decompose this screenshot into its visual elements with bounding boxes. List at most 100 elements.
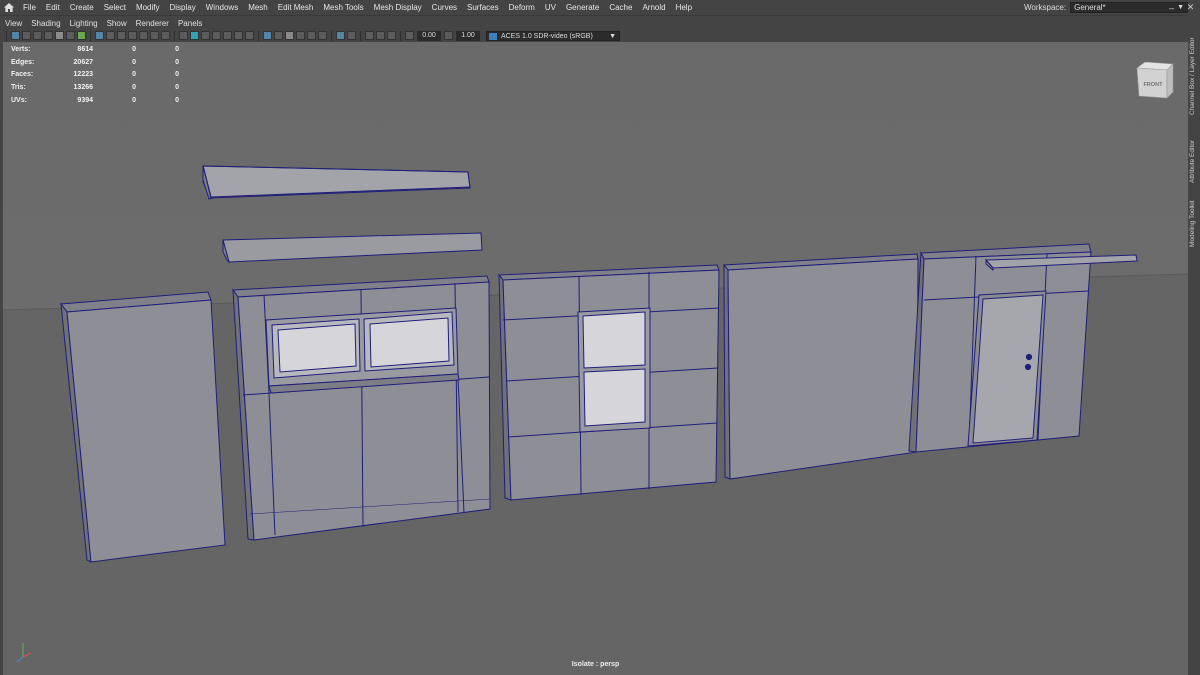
panel-menu-lighting[interactable]: Lighting: [65, 19, 102, 28]
bounding-box-icon[interactable]: [212, 31, 221, 40]
separator: [360, 30, 361, 41]
menu-arnold[interactable]: Arnold: [637, 3, 670, 12]
viewport-persp[interactable]: Verts: 8614 0 0 Edges: 20627 0 0 Faces: …: [3, 42, 1188, 675]
menu-modify[interactable]: Modify: [131, 3, 165, 12]
hud-value: 0: [132, 96, 136, 104]
menu-deform[interactable]: Deform: [504, 3, 540, 12]
menu-mesh[interactable]: Mesh: [243, 3, 273, 12]
grid-icon[interactable]: [95, 31, 104, 40]
motion-blur-icon[interactable]: [296, 31, 305, 40]
minimize-icon[interactable]: –: [1166, 2, 1177, 13]
exposure-field[interactable]: 0.00: [417, 30, 441, 41]
window-glass-left: [277, 323, 357, 373]
menu-mesh-tools[interactable]: Mesh Tools: [318, 3, 368, 12]
frame-all-icon[interactable]: [387, 31, 396, 40]
xray-active-icon[interactable]: [347, 31, 356, 40]
wireframe-icon[interactable]: [179, 31, 188, 40]
hud-label: UVs:: [11, 96, 27, 104]
main-menubar: File Edit Create Select Modify Display W…: [0, 0, 1200, 15]
panel-menu-shading[interactable]: Shading: [26, 19, 64, 28]
safe-action-icon[interactable]: [150, 31, 159, 40]
wall-blank-left[interactable]: [60, 291, 226, 563]
hud-label: Verts:: [11, 45, 31, 53]
hud-row-edges: Edges: 20627 0 0: [11, 56, 179, 69]
color-space-dropdown[interactable]: ACES 1.0 SDR-video (sRGB) ▼: [486, 30, 620, 41]
workspace-selector: Workspace: General* ▼: [1024, 0, 1189, 15]
hud-value: 20627: [73, 58, 93, 66]
ambient-occlusion-icon[interactable]: [285, 31, 294, 40]
menu-curves[interactable]: Curves: [427, 3, 462, 12]
field-chart-icon[interactable]: [139, 31, 148, 40]
depth-of-field-icon[interactable]: [318, 31, 327, 40]
menu-generate[interactable]: Generate: [561, 3, 604, 12]
hud-value: 0: [175, 45, 179, 53]
shadows-icon[interactable]: [274, 31, 283, 40]
hud-value: 8614: [77, 45, 93, 53]
select-camera-icon[interactable]: [11, 31, 20, 40]
grease-pencil-green-icon[interactable]: [77, 31, 86, 40]
two-d-pan-zoom-icon[interactable]: [55, 31, 64, 40]
wall-window[interactable]: [232, 275, 491, 541]
menu-edit[interactable]: Edit: [41, 3, 65, 12]
viewcube-face-label: FRONT: [1144, 82, 1164, 88]
menu-create[interactable]: Create: [65, 3, 99, 12]
menu-help[interactable]: Help: [671, 3, 697, 12]
hud-row-tris: Tris: 13266 0 0: [11, 81, 179, 94]
anti-aliasing-icon[interactable]: [307, 31, 316, 40]
small-window-glass-bottom: [583, 368, 646, 427]
gamma-icon[interactable]: [444, 31, 453, 40]
hud-value: 0: [132, 58, 136, 66]
menu-file[interactable]: File: [18, 3, 41, 12]
menu-select[interactable]: Select: [99, 3, 131, 12]
isolate-select-icon[interactable]: [336, 31, 345, 40]
separator: [400, 30, 401, 41]
xray-joints-icon[interactable]: [245, 31, 254, 40]
tab-modeling-toolkit[interactable]: Modeling Toolkit: [1189, 187, 1199, 248]
hud-row-uvs: UVs: 9394 0 0: [11, 94, 179, 107]
chevron-down-icon: ▼: [1177, 4, 1185, 11]
panel-menu-view[interactable]: View: [0, 19, 26, 28]
frame-selection-icon[interactable]: [376, 31, 385, 40]
menu-surfaces[interactable]: Surfaces: [462, 3, 504, 12]
menu-mesh-display[interactable]: Mesh Display: [369, 3, 427, 12]
door-lock-icon: [1024, 363, 1032, 371]
image-plane-icon[interactable]: [44, 31, 53, 40]
wireframe-on-shaded-icon[interactable]: [223, 31, 232, 40]
panel-menu-renderer[interactable]: Renderer: [131, 19, 173, 28]
close-icon[interactable]: ✕: [1185, 2, 1196, 13]
exposure-icon[interactable]: [405, 31, 414, 40]
separator: [174, 30, 175, 41]
menu-uv[interactable]: UV: [540, 3, 561, 12]
hud-value: 0: [132, 83, 136, 91]
hud-label: Edges:: [11, 58, 35, 66]
tab-attribute-editor[interactable]: Attribute Editor: [1189, 121, 1199, 183]
wall-blank-middle[interactable]: [723, 253, 919, 480]
wall-small-window[interactable]: [497, 264, 720, 501]
smooth-shade-icon[interactable]: [190, 31, 199, 40]
hud-value: 0: [175, 71, 179, 79]
viewport-canvas[interactable]: [3, 42, 1188, 675]
grease-pencil-icon[interactable]: [66, 31, 75, 40]
film-gate-icon[interactable]: [106, 31, 115, 40]
use-all-lights-icon[interactable]: [263, 31, 272, 40]
gate-mask-icon[interactable]: [128, 31, 137, 40]
gamma-field[interactable]: 1.00: [456, 30, 480, 41]
camera-sequencer-icon[interactable]: [365, 31, 374, 40]
tab-channel-box[interactable]: Channel Box / Layer Editor: [1189, 23, 1199, 115]
menu-edit-mesh[interactable]: Edit Mesh: [273, 3, 319, 12]
hud-value: 12223: [73, 71, 93, 79]
xray-icon[interactable]: [234, 31, 243, 40]
panel-menu-show[interactable]: Show: [102, 19, 131, 28]
menu-cache[interactable]: Cache: [604, 3, 637, 12]
safe-title-icon[interactable]: [161, 31, 170, 40]
menu-display[interactable]: Display: [165, 3, 201, 12]
small-window-glass-top: [582, 311, 646, 369]
menu-windows[interactable]: Windows: [201, 3, 243, 12]
camera-attributes-icon[interactable]: [22, 31, 31, 40]
panel-menubar: View Shading Lighting Show Renderer Pane…: [0, 15, 1188, 30]
flat-shade-icon[interactable]: [201, 31, 210, 40]
bookmark-icon[interactable]: [33, 31, 42, 40]
panel-menu-panels[interactable]: Panels: [173, 19, 206, 28]
resolution-gate-icon[interactable]: [117, 31, 126, 40]
home-icon[interactable]: [0, 0, 18, 15]
